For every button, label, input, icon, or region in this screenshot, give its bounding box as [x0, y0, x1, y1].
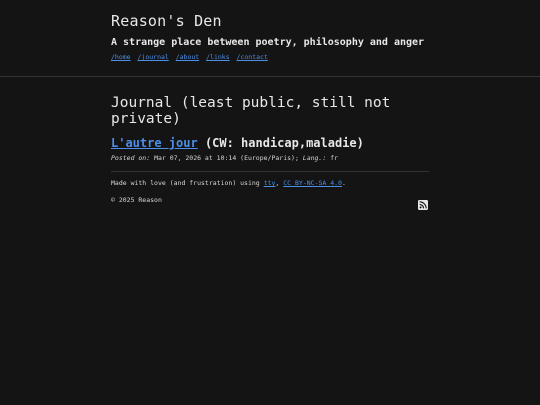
lang-label: Lang.:	[302, 154, 327, 162]
site-title: Reason's Den	[111, 12, 222, 30]
nav-link-home[interactable]: /home	[111, 53, 131, 61]
nav-link-contact[interactable]: /contact	[237, 53, 268, 61]
footer-suffix: .	[341, 179, 346, 187]
footer-separator: ,	[275, 179, 280, 187]
footer-made-text: Made with love (and frustration) using	[111, 179, 260, 187]
copyright: © 2025 Reason	[111, 196, 162, 204]
nav-link-about[interactable]: /about	[176, 53, 199, 61]
footer-divider	[111, 171, 429, 172]
footer-credits: Made with love (and frustration) using t…	[111, 178, 429, 188]
nav-link-links[interactable]: /links	[206, 53, 229, 61]
nav-link-journal[interactable]: /journal	[138, 53, 169, 61]
license-link[interactable]: CC BY-NC-SA 4.0	[283, 179, 342, 187]
rss-icon[interactable]	[418, 195, 428, 210]
journal-entry-title: L'autre jour (CW: handicap,maladie)	[111, 135, 429, 151]
journal-entry-link[interactable]: L'autre jour	[111, 136, 198, 150]
posted-on-value: Mar 07, 2026 at 10:14 (Europe/Paris);	[154, 154, 299, 162]
content-warning: (CW: handicap,maladie)	[204, 136, 364, 150]
lang-value: fr	[330, 154, 339, 162]
site-tagline: A strange place between poetry, philosop…	[111, 37, 425, 48]
entry-meta: Posted on: Mar 07, 2026 at 10:14 (Europe…	[111, 153, 429, 163]
rss-icon-graphic	[418, 200, 428, 210]
tool-link[interactable]: tty	[264, 179, 276, 187]
posted-on-label: Posted on:	[111, 154, 151, 162]
main-nav: /home /journal /about /links /contact	[111, 52, 429, 62]
page-title: Journal (least public, still not private…	[111, 95, 391, 127]
header-divider	[0, 76, 540, 77]
